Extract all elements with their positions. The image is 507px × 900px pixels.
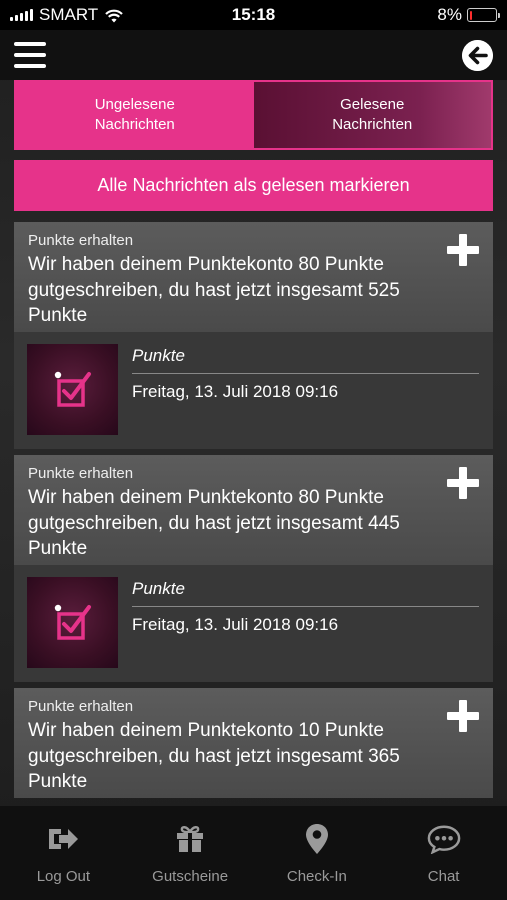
message-header[interactable]: Punkte erhalten Wir haben deinem Punktek… [14, 455, 493, 565]
message-date: Freitag, 13. Juli 2018 09:16 [132, 615, 339, 634]
battery-percent: 8% [437, 5, 462, 24]
tab-unread-label-line2: Nachrichten [94, 116, 175, 133]
top-navigation-bar [0, 30, 507, 80]
gift-icon [173, 822, 207, 856]
chat-bubble-icon [427, 822, 461, 856]
logout-icon [46, 822, 80, 856]
message-date: Freitag, 13. Juli 2018 09:16 [132, 382, 339, 401]
message-filter-tabs: Ungelesene Nachrichten Gelesene Nachrich… [14, 80, 493, 150]
message-card: Punkte erhalten Wir haben deinem Punktek… [14, 222, 493, 449]
hamburger-menu-icon[interactable] [14, 42, 46, 68]
expand-plus-icon[interactable] [447, 700, 479, 732]
message-list: Punkte erhalten Wir haben deinem Punktek… [14, 222, 493, 804]
carrier-name: SMART [39, 5, 99, 24]
tab-unread-label-line1: Ungelesene [94, 96, 175, 113]
message-card: Punkte erhalten Wir haben deinem Punktek… [14, 455, 493, 682]
carrier-info: SMART [10, 5, 124, 25]
message-details: Punkte Freitag, 13. Juli 2018 09:16 [14, 565, 493, 682]
wifi-icon [105, 9, 123, 22]
detail-divider [132, 606, 479, 607]
nav-label-logout: Log Out [36, 868, 91, 885]
nav-item-checkin[interactable]: Check-In [254, 806, 381, 900]
nav-item-chat[interactable]: Chat [380, 806, 507, 900]
points-thumbnail [27, 577, 118, 668]
message-type: Punkte [132, 579, 185, 598]
message-category: Punkte erhalten [28, 698, 134, 715]
nav-label-chat: Chat [427, 868, 460, 885]
expand-plus-icon[interactable] [447, 467, 479, 499]
message-type: Punkte [132, 346, 185, 365]
message-card: Punkte erhalten Wir haben deinem Punktek… [14, 688, 493, 798]
tab-read-messages[interactable]: Gelesene Nachrichten [253, 82, 491, 148]
signal-strength-icon [10, 9, 33, 21]
tab-read-label-line1: Gelesene [340, 96, 405, 113]
status-bar: SMART 15:18 8% [0, 0, 507, 30]
expand-plus-icon[interactable] [447, 234, 479, 266]
message-text: Wir haben deinem Punktekonto 10 Punkte g… [28, 720, 400, 792]
tab-unread-messages[interactable]: Ungelesene Nachrichten [16, 82, 254, 148]
checkbox-check-icon [54, 371, 91, 407]
nav-item-logout[interactable]: Log Out [0, 806, 127, 900]
tab-read-label-line2: Nachrichten [332, 116, 413, 133]
checkbox-check-icon [54, 604, 91, 640]
battery-level-fill [469, 10, 472, 20]
nav-label-checkin: Check-In [286, 868, 347, 885]
bottom-navigation-bar: Log Out Gutscheine Check-In Chat [0, 806, 507, 900]
detail-divider [132, 373, 479, 374]
battery-info: 8% [437, 5, 500, 25]
battery-icon [467, 8, 500, 22]
message-category: Punkte erhalten [28, 465, 134, 482]
message-header[interactable]: Punkte erhalten Wir haben deinem Punktek… [14, 688, 493, 798]
points-thumbnail [27, 344, 118, 435]
nav-label-vouchers: Gutscheine [152, 868, 229, 885]
message-details: Punkte Freitag, 13. Juli 2018 09:16 [14, 332, 493, 449]
app-screen: SMART 15:18 8% Ungelesene Nachrichten Ge… [0, 0, 507, 900]
nav-item-vouchers[interactable]: Gutscheine [127, 806, 254, 900]
location-pin-icon [300, 822, 334, 856]
mark-all-read-button[interactable]: Alle Nachrichten als gelesen markieren [14, 160, 493, 211]
message-category: Punkte erhalten [28, 232, 134, 249]
message-header[interactable]: Punkte erhalten Wir haben deinem Punktek… [14, 222, 493, 332]
message-text: Wir haben deinem Punktekonto 80 Punkte g… [28, 487, 400, 559]
back-arrow-icon[interactable] [462, 40, 493, 71]
message-text: Wir haben deinem Punktekonto 80 Punkte g… [28, 254, 400, 326]
